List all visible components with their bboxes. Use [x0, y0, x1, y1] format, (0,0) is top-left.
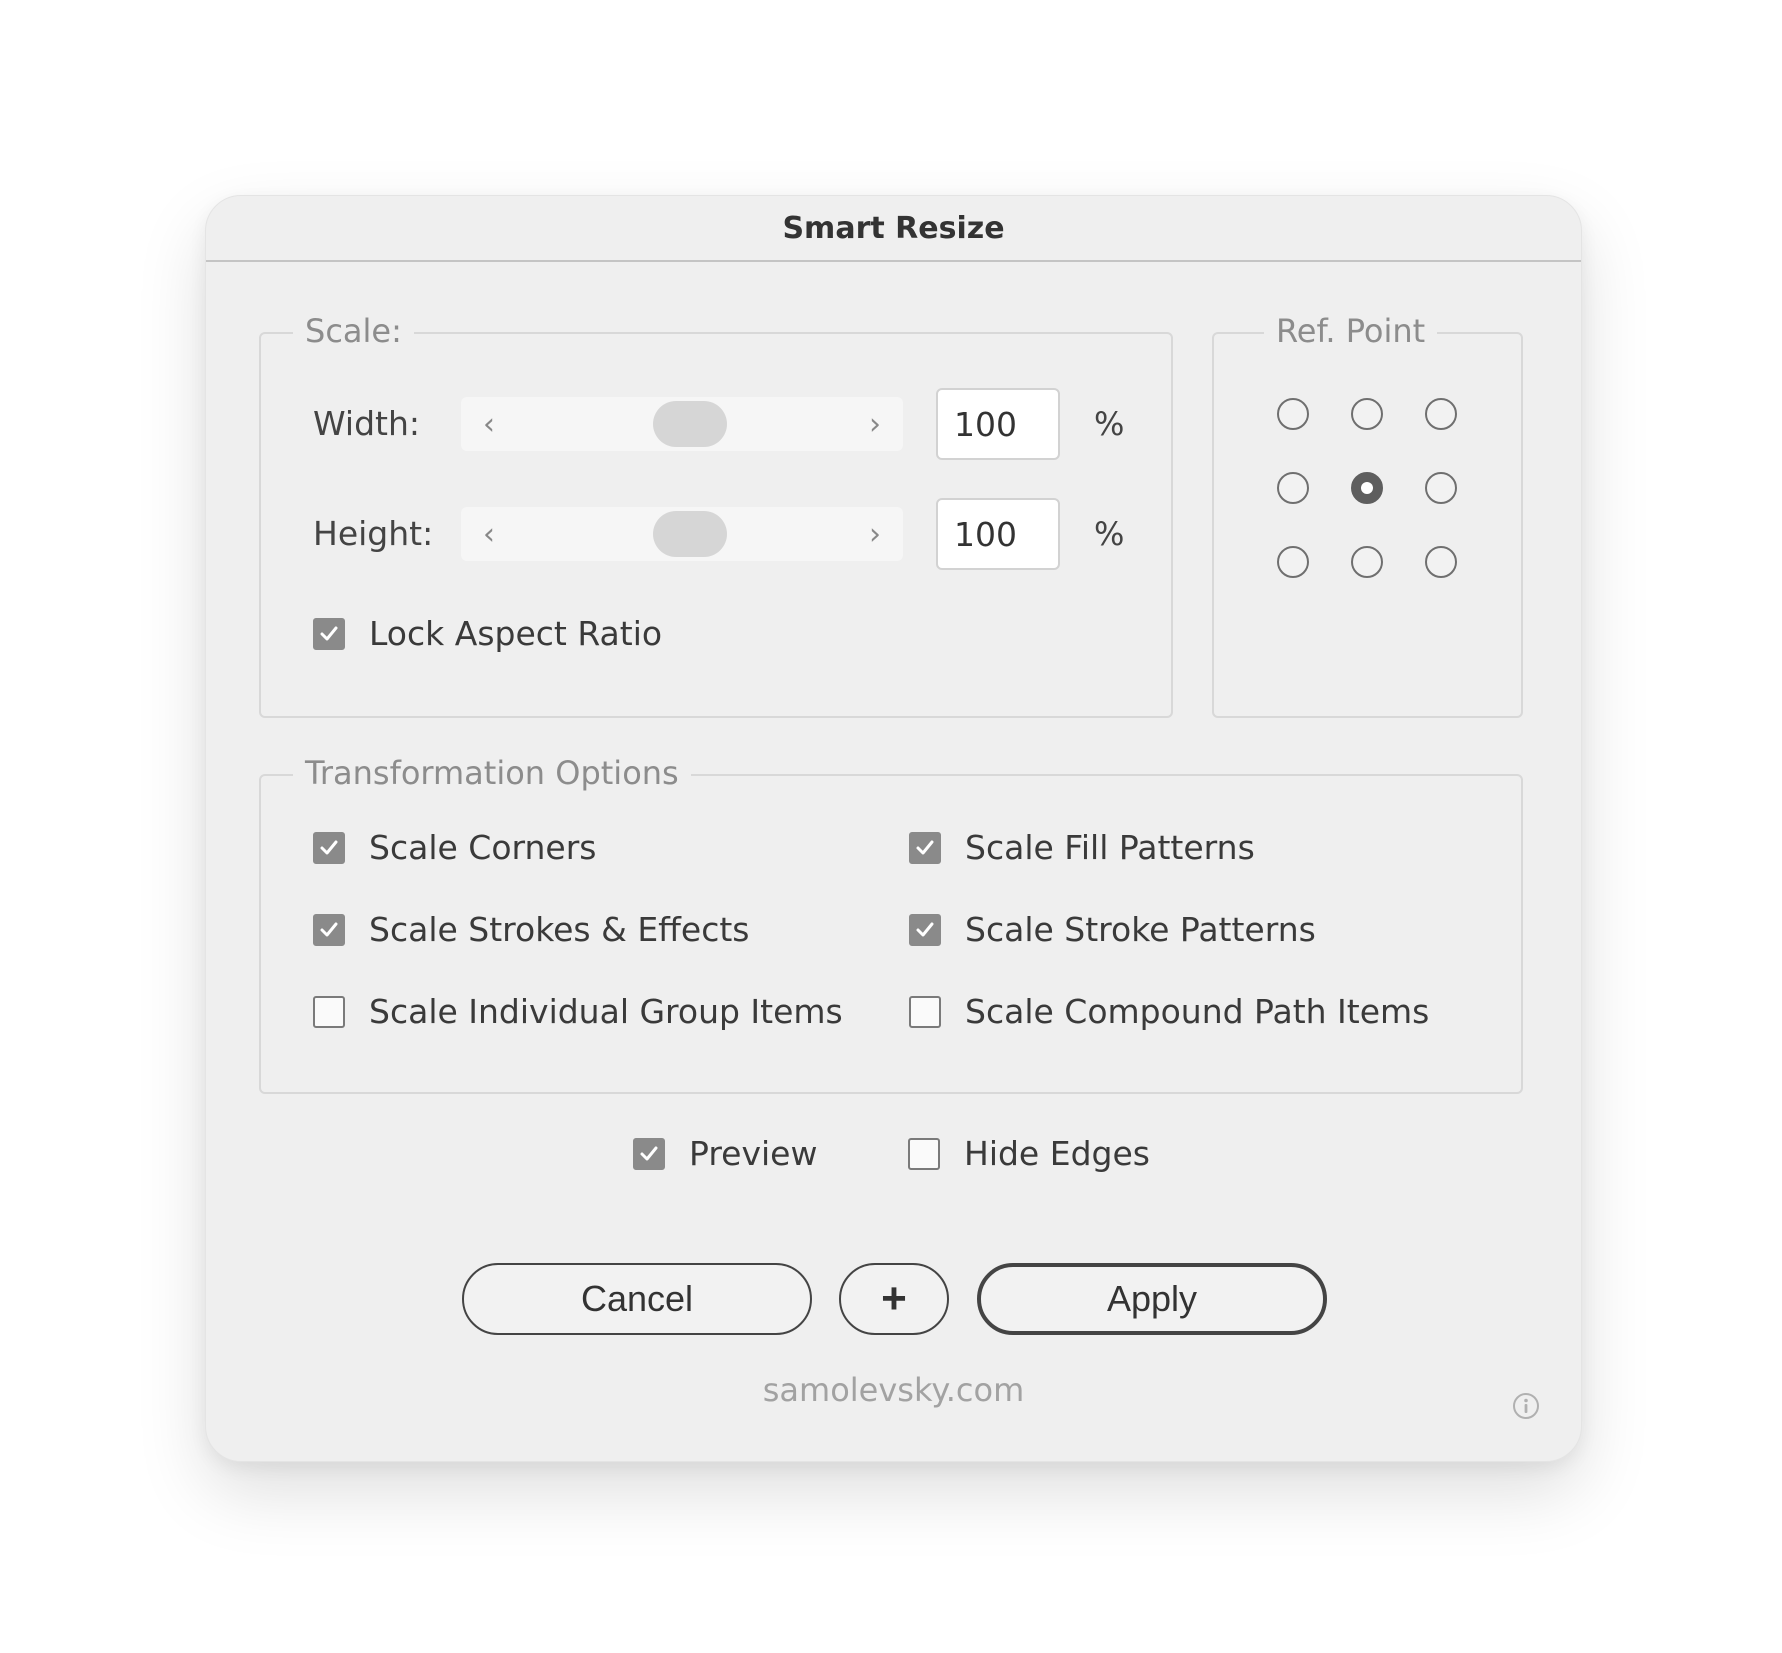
width-input[interactable] [936, 388, 1060, 460]
apply-button[interactable]: Apply [977, 1263, 1327, 1335]
plus-icon: + [881, 1274, 907, 1323]
info-icon[interactable] [1512, 1392, 1540, 1420]
scale-strokes-effects-label: Scale Strokes & Effects [369, 910, 750, 949]
height-slider[interactable]: ‹ › [461, 507, 903, 561]
scale-strokes-effects-checkbox[interactable]: Scale Strokes & Effects [313, 910, 750, 949]
checkmark-icon[interactable] [313, 913, 345, 946]
ref-point-middle-left[interactable] [1277, 472, 1309, 504]
scale-compound-path-items-label: Scale Compound Path Items [965, 992, 1430, 1031]
lock-aspect-ratio-label: Lock Aspect Ratio [369, 614, 663, 653]
chevron-right-icon[interactable]: › [855, 397, 895, 451]
cancel-button[interactable]: Cancel [462, 1263, 812, 1335]
ref-point-bottom-left[interactable] [1277, 546, 1309, 578]
preview-checkbox[interactable]: Preview [633, 1134, 817, 1173]
add-button[interactable]: + [839, 1263, 949, 1335]
hide-edges-checkbox[interactable]: Hide Edges [908, 1134, 1150, 1173]
scale-individual-group-items-checkbox[interactable]: Scale Individual Group Items [313, 992, 843, 1031]
dialog-title: Smart Resize [782, 210, 1005, 246]
ref-point-bottom-right[interactable] [1425, 546, 1457, 578]
lock-aspect-ratio-checkbox[interactable]: Lock Aspect Ratio [313, 614, 662, 653]
chevron-left-icon[interactable]: ‹ [469, 507, 509, 561]
ref-point-top-right[interactable] [1425, 398, 1457, 430]
scale-stroke-patterns-checkbox[interactable]: Scale Stroke Patterns [909, 910, 1316, 949]
width-label: Width: [313, 404, 420, 443]
checkbox-box[interactable] [908, 1137, 940, 1170]
transformation-options-group: Transformation Options Scale Corners Sca… [259, 754, 1523, 1094]
height-input[interactable] [936, 498, 1060, 570]
ref-point-legend: Ref. Point [1264, 312, 1438, 350]
smart-resize-dialog: Smart Resize Scale: Width: ‹ › % Height:… [205, 195, 1582, 1462]
ref-point-group: Ref. Point [1212, 312, 1523, 718]
ref-point-top-left[interactable] [1277, 398, 1309, 430]
scale-fill-patterns-checkbox[interactable]: Scale Fill Patterns [909, 828, 1255, 867]
ref-point-middle-right[interactable] [1425, 472, 1457, 504]
hide-edges-label: Hide Edges [964, 1134, 1150, 1173]
preview-label: Preview [689, 1134, 818, 1173]
title-bar[interactable]: Smart Resize [206, 196, 1581, 262]
width-slider-thumb[interactable] [653, 401, 727, 447]
checkbox-box[interactable] [313, 995, 345, 1028]
checkmark-icon[interactable] [633, 1137, 665, 1170]
height-unit: % [1094, 515, 1125, 553]
scale-stroke-patterns-label: Scale Stroke Patterns [965, 910, 1316, 949]
scale-compound-path-items-checkbox[interactable]: Scale Compound Path Items [909, 992, 1429, 1031]
height-slider-thumb[interactable] [653, 511, 727, 557]
width-unit: % [1094, 405, 1125, 443]
width-slider[interactable]: ‹ › [461, 397, 903, 451]
checkmark-icon[interactable] [909, 831, 941, 864]
transformation-options-legend: Transformation Options [293, 754, 691, 792]
checkmark-icon[interactable] [909, 913, 941, 946]
chevron-right-icon[interactable]: › [855, 507, 895, 561]
scale-individual-group-items-label: Scale Individual Group Items [369, 992, 843, 1031]
scale-fill-patterns-label: Scale Fill Patterns [965, 828, 1255, 867]
checkmark-icon[interactable] [313, 617, 345, 650]
height-label: Height: [313, 514, 434, 553]
scale-corners-label: Scale Corners [369, 828, 597, 867]
checkbox-box[interactable] [909, 995, 941, 1028]
scale-group: Scale: Width: ‹ › % Height: ‹ › % Lock A… [259, 312, 1173, 718]
ref-point-top-center[interactable] [1351, 398, 1383, 430]
ref-point-center[interactable] [1351, 472, 1383, 504]
scale-corners-checkbox[interactable]: Scale Corners [313, 828, 596, 867]
chevron-left-icon[interactable]: ‹ [469, 397, 509, 451]
checkmark-icon[interactable] [313, 831, 345, 864]
website-link[interactable]: samolevsky.com [206, 1371, 1581, 1409]
scale-legend: Scale: [293, 312, 414, 350]
ref-point-bottom-center[interactable] [1351, 546, 1383, 578]
